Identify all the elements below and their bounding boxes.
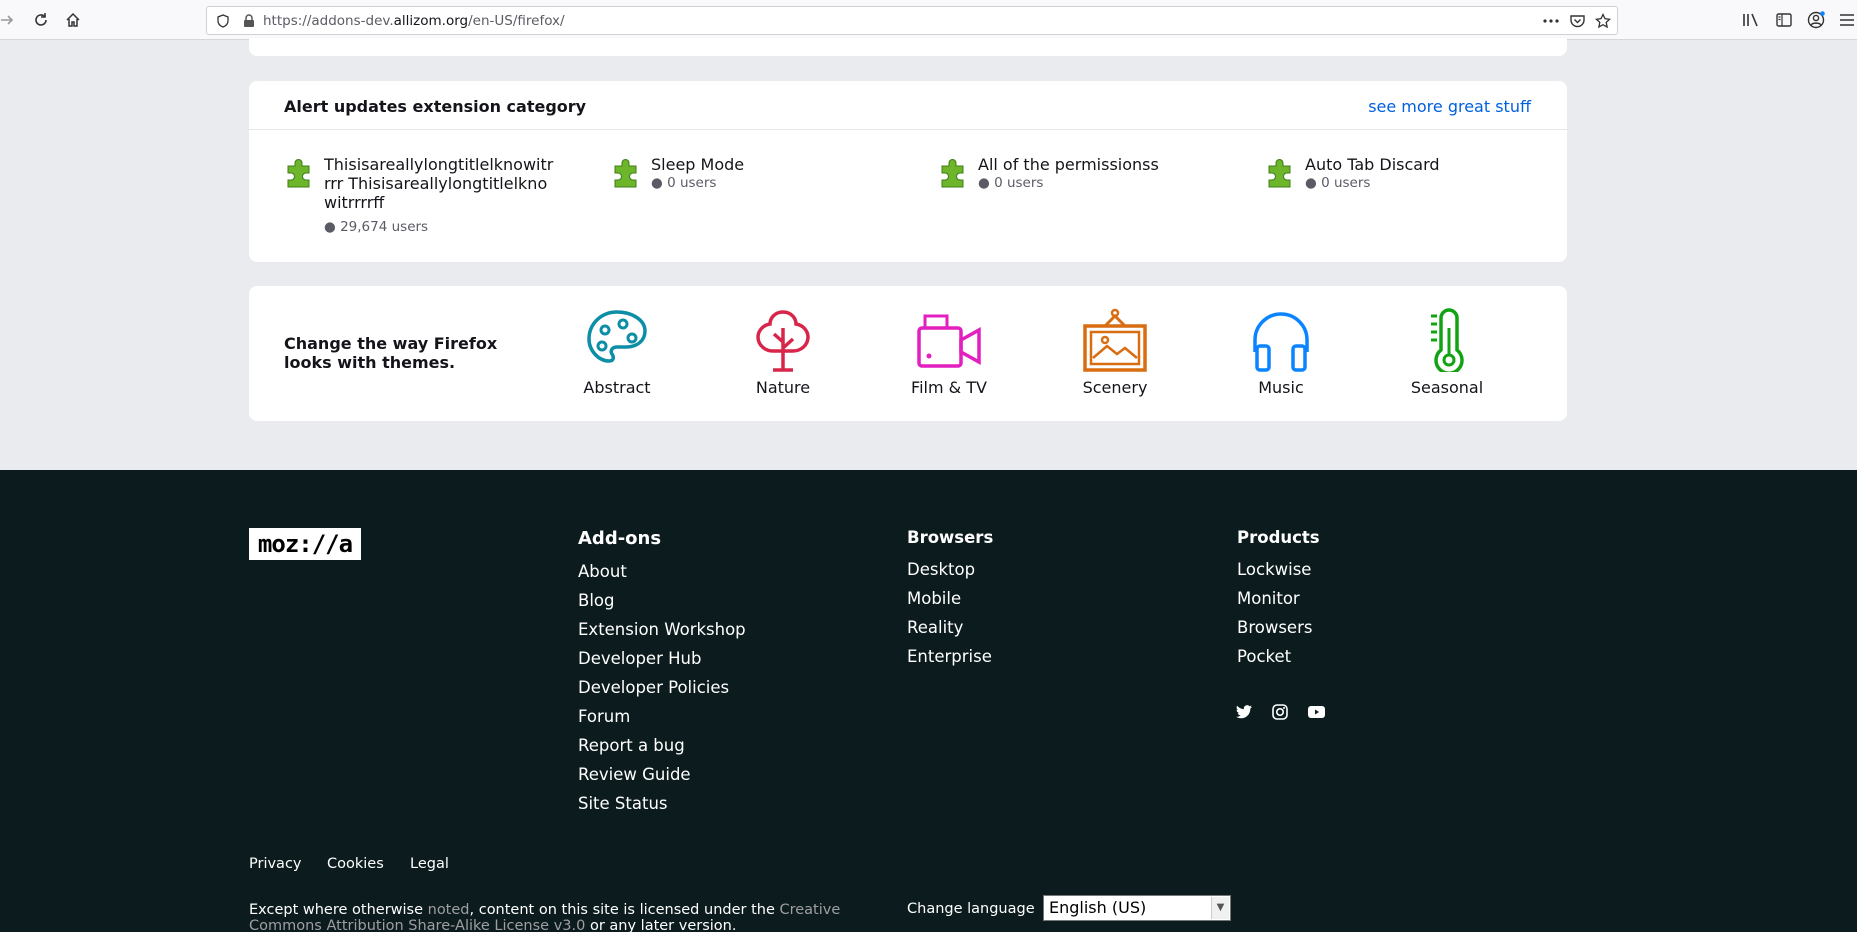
theme-scenery[interactable]: Scenery (1060, 308, 1170, 397)
tree-icon (756, 310, 810, 372)
chevron-down-icon: ▼ (1211, 897, 1229, 919)
theme-label: Film & TV (911, 378, 987, 397)
account-icon[interactable] (1805, 9, 1827, 31)
site-footer: moz://a Add-ons About Blog Extension Wor… (0, 470, 1857, 932)
footer-link-developer-hub[interactable]: Developer Hub (578, 644, 746, 673)
footer-link-enterprise[interactable]: Enterprise (907, 642, 993, 671)
url-text: https://addons-dev.allizom.org/en-US/fir… (263, 13, 565, 29)
addon-users: ● 0 users (978, 175, 1044, 191)
landscape-picture-icon (1083, 308, 1147, 372)
themes-card: Change the way Firefox looks with themes… (249, 286, 1567, 421)
previous-card-bottom (249, 38, 1567, 56)
footer-link-blog[interactable]: Blog (578, 586, 746, 615)
theme-label: Music (1258, 378, 1304, 397)
footer-heading: Products (1237, 528, 1320, 547)
footer-browsers-column: Browsers Desktop Mobile Reality Enterpri… (907, 528, 993, 671)
footer-products-column: Products Lockwise Monitor Browsers Pocke… (1237, 528, 1320, 671)
footer-link-lockwise[interactable]: Lockwise (1237, 555, 1320, 584)
menu-icon[interactable] (1836, 9, 1857, 31)
addon-name[interactable]: Thisisareallylongtitlelknowitrrrr Thisis… (324, 155, 554, 212)
alert-updates-card: Alert updates extension category see mor… (249, 81, 1567, 262)
video-camera-icon (917, 314, 981, 368)
theme-label: Nature (755, 378, 811, 397)
thermometer-icon (1431, 308, 1464, 372)
addon-name[interactable]: All of the permissionss (978, 155, 1208, 174)
footer-addons-column: Add-ons About Blog Extension Workshop De… (578, 528, 746, 818)
theme-label: Abstract (583, 378, 651, 397)
footer-cookies-link[interactable]: Cookies (327, 856, 384, 872)
footer-link-browsers[interactable]: Browsers (1237, 613, 1320, 642)
footer-link-about[interactable]: About (578, 557, 746, 586)
themes-title: Change the way Firefox looks with themes… (284, 334, 498, 372)
twitter-icon[interactable] (1235, 703, 1253, 721)
theme-seasonal[interactable]: Seasonal (1392, 308, 1502, 397)
footer-link-site-status[interactable]: Site Status (578, 789, 746, 818)
forward-icon[interactable] (0, 9, 18, 31)
card-header: Alert updates extension category see mor… (249, 81, 1567, 130)
theme-music[interactable]: Music (1226, 308, 1336, 397)
theme-nature[interactable]: Nature (728, 308, 838, 397)
footer-link-monitor[interactable]: Monitor (1237, 584, 1320, 613)
language-selected-value: English (US) (1049, 898, 1147, 917)
footer-link-desktop[interactable]: Desktop (907, 555, 993, 584)
sidebar-icon[interactable] (1773, 9, 1795, 31)
page-actions-icon[interactable] (1543, 13, 1559, 29)
footer-link-developer-policies[interactable]: Developer Policies (578, 673, 746, 702)
url-bar[interactable]: https://addons-dev.allizom.org/en-US/fir… (206, 6, 1618, 35)
bookmark-star-icon[interactable] (1595, 13, 1611, 29)
footer-link-mobile[interactable]: Mobile (907, 584, 993, 613)
footer-link-review-guide[interactable]: Review Guide (578, 760, 746, 789)
change-language-label: Change language (907, 901, 1035, 917)
footer-heading: Add-ons (578, 528, 662, 549)
footer-link-pocket[interactable]: Pocket (1237, 642, 1320, 671)
browser-toolbar: https://addons-dev.allizom.org/en-US/fir… (0, 0, 1857, 40)
puzzle-piece-icon (614, 159, 637, 188)
footer-privacy-link[interactable]: Privacy (249, 856, 302, 872)
user-icon: ● (1305, 175, 1317, 191)
footer-link-reality[interactable]: Reality (907, 613, 993, 642)
theme-label: Scenery (1082, 378, 1148, 397)
addon-users: ● 29,674 users (324, 219, 429, 235)
theme-film-tv[interactable]: Film & TV (894, 308, 1004, 397)
puzzle-piece-icon (1268, 159, 1291, 188)
palette-icon (587, 310, 647, 363)
addon-users: ● 0 users (651, 175, 717, 191)
user-icon: ● (651, 175, 663, 191)
user-icon: ● (324, 219, 336, 235)
footer-heading: Browsers (907, 528, 994, 547)
see-more-link[interactable]: see more great stuff (1368, 97, 1531, 116)
instagram-icon[interactable] (1271, 703, 1289, 721)
lock-icon[interactable] (241, 13, 257, 29)
mozilla-logo[interactable]: moz://a (249, 528, 361, 560)
pocket-icon[interactable] (1569, 13, 1585, 29)
youtube-icon[interactable] (1307, 703, 1325, 721)
license-text: Except where otherwise noted, content on… (249, 902, 841, 932)
home-icon[interactable] (62, 9, 84, 31)
footer-link-extension-workshop[interactable]: Extension Workshop (578, 615, 746, 644)
language-select[interactable]: English (US) ▼ (1043, 895, 1231, 921)
shield-icon[interactable] (215, 13, 231, 29)
library-icon[interactable] (1740, 9, 1762, 31)
reload-icon[interactable] (30, 9, 52, 31)
puzzle-piece-icon (941, 159, 964, 188)
addon-users: ● 0 users (1305, 175, 1371, 191)
footer-legal-link[interactable]: Legal (410, 856, 449, 872)
card-title: Alert updates extension category (284, 97, 587, 116)
addon-name[interactable]: Auto Tab Discard (1305, 155, 1535, 174)
addon-name[interactable]: Sleep Mode (651, 155, 881, 174)
puzzle-piece-icon (287, 159, 310, 188)
footer-link-report-bug[interactable]: Report a bug (578, 731, 746, 760)
noted-link[interactable]: noted (428, 902, 470, 918)
headphones-icon (1253, 312, 1309, 372)
user-icon: ● (978, 175, 990, 191)
theme-label: Seasonal (1410, 378, 1484, 397)
theme-abstract[interactable]: Abstract (562, 308, 672, 397)
footer-link-forum[interactable]: Forum (578, 702, 746, 731)
